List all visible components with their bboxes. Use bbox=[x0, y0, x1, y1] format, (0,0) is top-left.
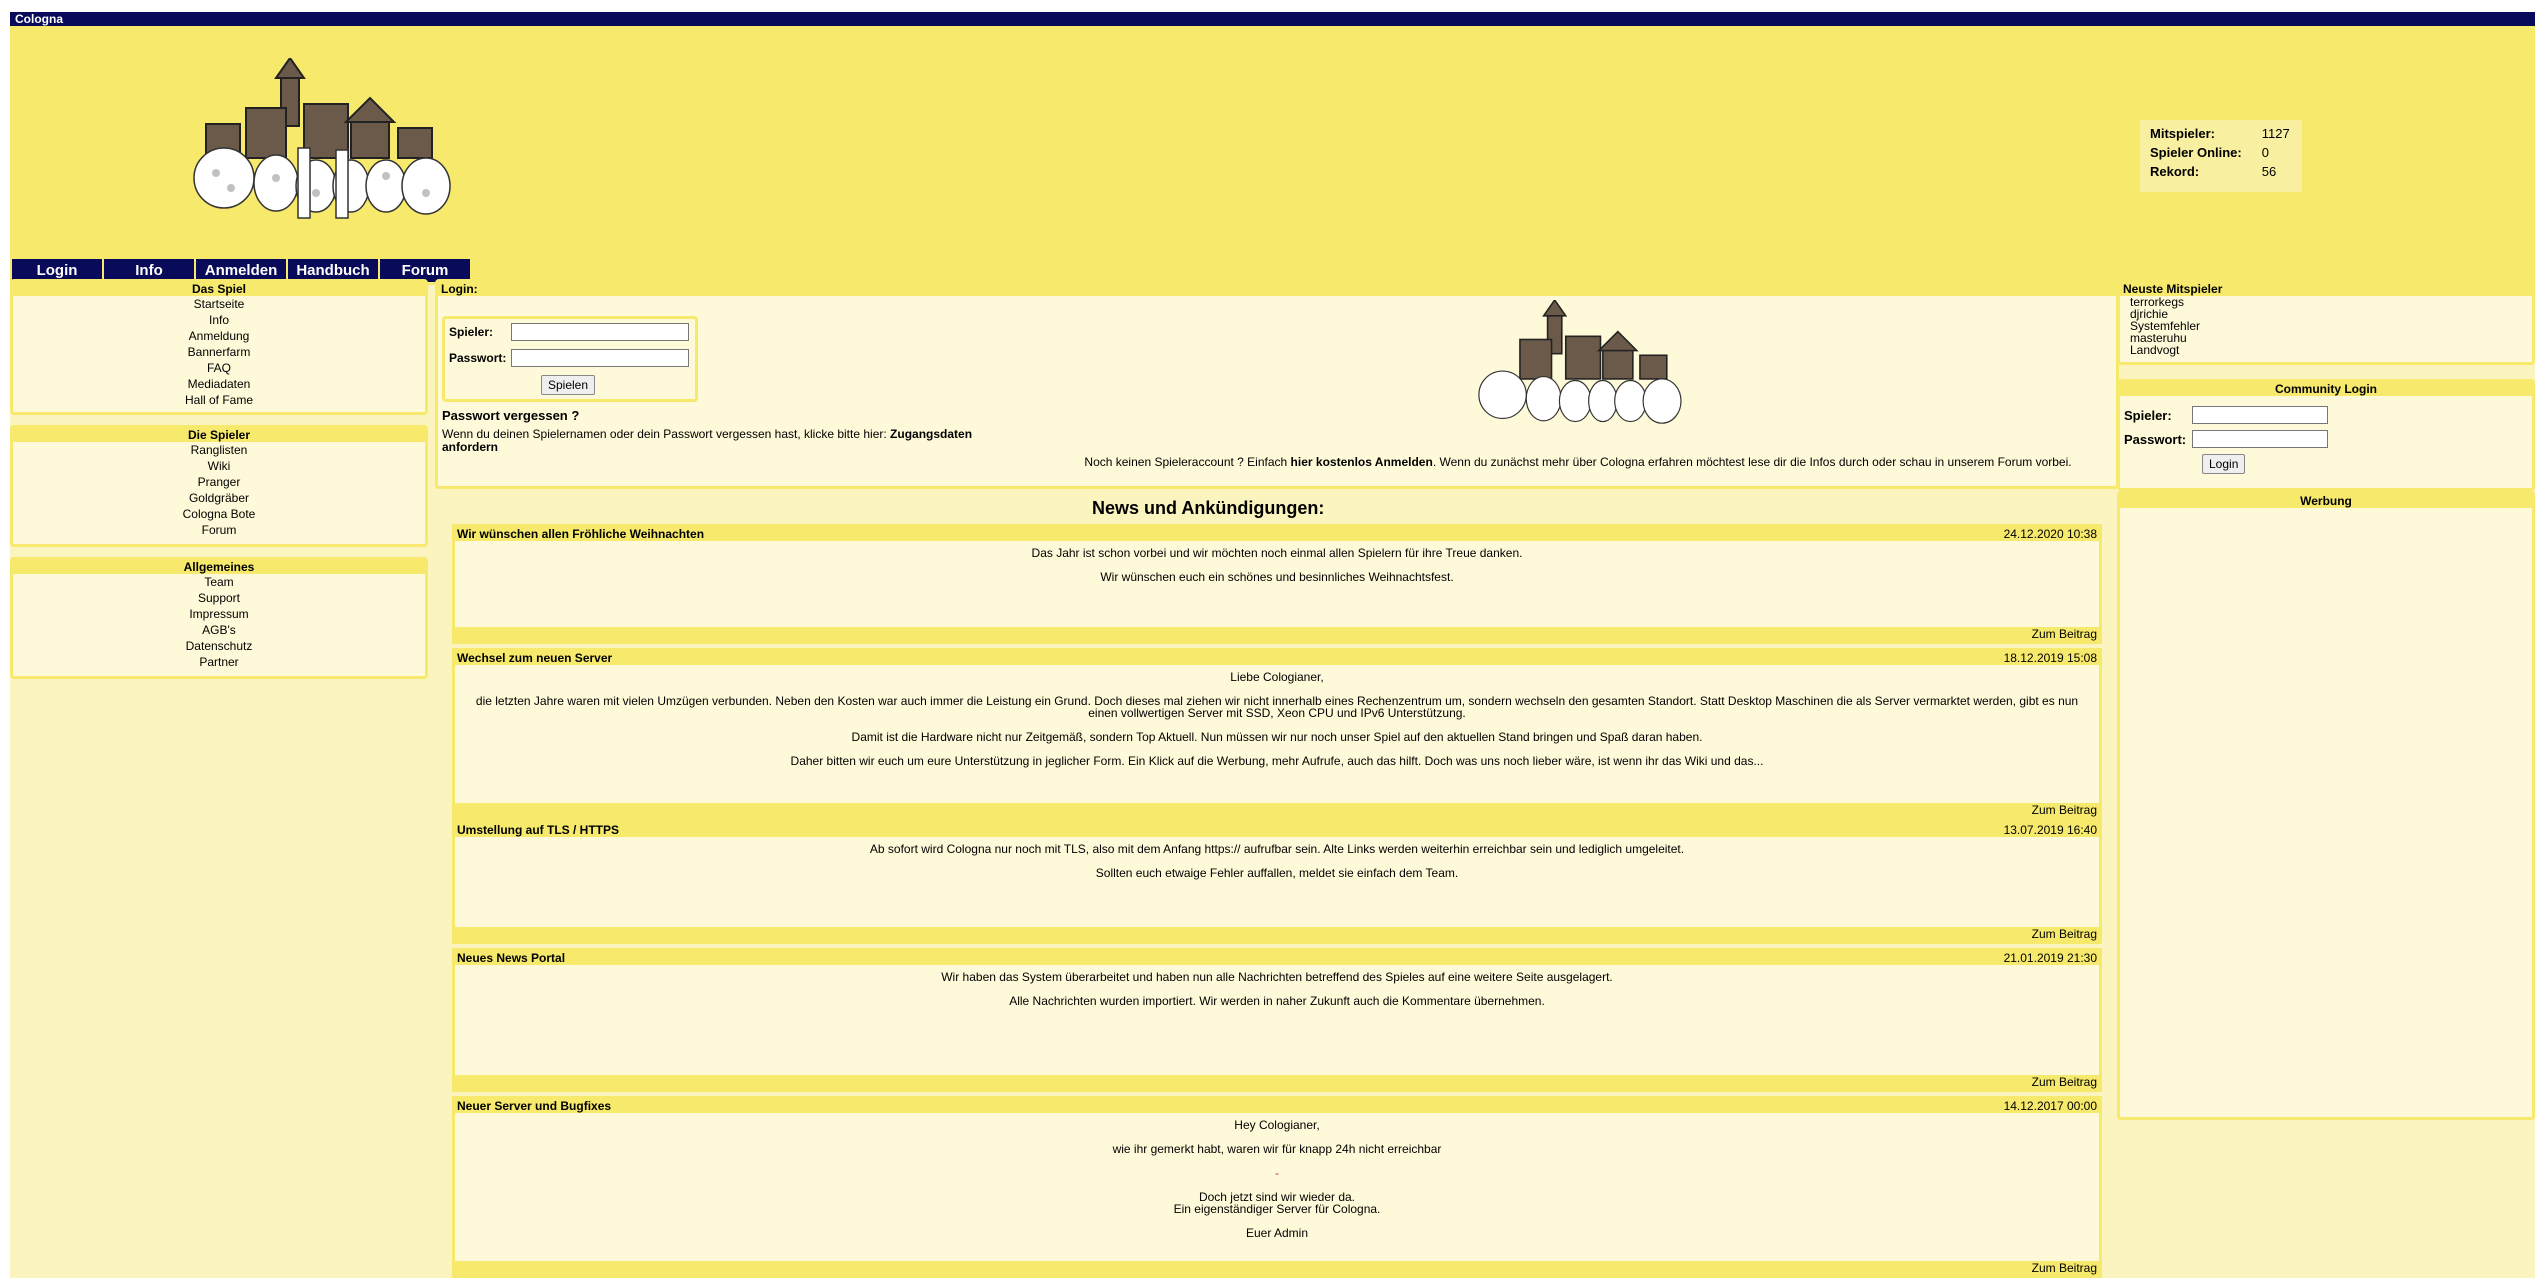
community-password-label: Passwort: bbox=[2124, 432, 2187, 447]
stat-record: Rekord: 56 bbox=[2150, 164, 2277, 179]
menu-title: Die Spieler bbox=[13, 428, 425, 442]
news-item: Wir wünschen allen Fröhliche Weihnachten… bbox=[452, 524, 2102, 644]
news-title[interactable]: Wechsel zum neuen Server bbox=[457, 651, 612, 665]
stats-box: Mitspieler: 1127 Spieler Online: 0 Rekord:… bbox=[2140, 120, 2302, 192]
news-title[interactable]: Neuer Server und Bugfixes bbox=[457, 1099, 611, 1113]
player-link[interactable]: masteruhu bbox=[2130, 332, 2532, 344]
player-link[interactable]: terrorkegs bbox=[2130, 296, 2532, 308]
news-title[interactable]: Neues News Portal bbox=[457, 951, 565, 965]
player-link[interactable]: Landvogt bbox=[2130, 344, 2532, 356]
menu-title: Das Spiel bbox=[13, 282, 425, 296]
menu-item-ranglisten[interactable]: Ranglisten bbox=[13, 442, 425, 458]
newest-players-box: Neuste Mitspieler terrorkegs djrichie Sy… bbox=[2117, 279, 2535, 365]
stat-online: Spieler Online: 0 bbox=[2150, 145, 2269, 160]
password-label: Passwort: bbox=[449, 351, 507, 365]
news-title[interactable]: Wir wünschen allen Fröhliche Weihnachten bbox=[457, 527, 704, 541]
news-paragraph: Liebe Cologianer, bbox=[1230, 670, 1324, 684]
news-date: 18.12.2019 15:08 bbox=[2003, 651, 2097, 665]
news-paragraph: - bbox=[1275, 1166, 1279, 1180]
menu-das-spiel: Das Spiel Startseite Info Anmeldung Bann… bbox=[10, 279, 428, 415]
news-paragraph: Hey Cologianer, bbox=[1234, 1118, 1320, 1132]
read-more-link[interactable]: Zum Beitrag bbox=[455, 1075, 2099, 1089]
menu-item-info[interactable]: Info bbox=[13, 312, 425, 328]
menu-item-support[interactable]: Support bbox=[13, 590, 425, 606]
read-more-link[interactable]: Zum Beitrag bbox=[455, 1261, 2099, 1275]
news-item: Neuer Server und Bugfixes 14.12.2017 00:0… bbox=[452, 1096, 2102, 1278]
ads-box: Werbung bbox=[2117, 491, 2535, 1120]
news-paragraph: Doch jetzt sind wir wieder da. Ein eigen… bbox=[1173, 1190, 1381, 1216]
menu-item-hall-of-fame[interactable]: Hall of Fame bbox=[13, 392, 425, 408]
news-date: 21.01.2019 21:30 bbox=[2003, 951, 2097, 965]
menu-item-wiki[interactable]: Wiki bbox=[13, 458, 425, 474]
forgot-text: Wenn du deinen Spielernamen oder dein Pa… bbox=[442, 427, 973, 454]
news-paragraph: die letzten Jahre waren mit vielen Umzüg… bbox=[475, 694, 2079, 720]
play-button[interactable]: Spielen bbox=[541, 375, 596, 395]
news-title[interactable]: Umstellung auf TLS / HTTPS bbox=[457, 823, 619, 837]
news-paragraph: Euer Admin bbox=[1245, 1226, 1309, 1240]
menu-item-agb[interactable]: AGB's bbox=[13, 622, 425, 638]
menu-item-mediadaten[interactable]: Mediadaten bbox=[13, 376, 425, 392]
menu-item-team[interactable]: Team bbox=[13, 574, 425, 590]
login-panel: Login: Spieler: Passwort: Spielen Passwo… bbox=[435, 279, 2119, 489]
news-heading: News und Ankündigungen: bbox=[1092, 498, 1325, 518]
news-date: 24.12.2020 10:38 bbox=[2003, 527, 2097, 541]
read-more-link[interactable]: Zum Beitrag bbox=[455, 803, 2099, 817]
player-input[interactable] bbox=[511, 323, 689, 341]
login-form: Spieler: Passwort: Spielen bbox=[442, 316, 698, 402]
menu-item-startseite[interactable]: Startseite bbox=[13, 296, 425, 312]
news-paragraph: Wir haben das System überarbeitet und ha… bbox=[941, 970, 1613, 984]
news-paragraph: Wir wünschen euch ein schönes und besinn… bbox=[1100, 570, 1454, 584]
header: Mitspieler: 1127 Spieler Online: 0 Rekord:… bbox=[10, 26, 2535, 285]
menu-item-pranger[interactable]: Pranger bbox=[13, 474, 425, 490]
read-more-link[interactable]: Zum Beitrag bbox=[455, 927, 2099, 941]
news-paragraph: Daher bitten wir euch um eure Unterstütz… bbox=[790, 754, 1764, 768]
cologna-logo-small bbox=[1478, 300, 1682, 424]
page: Cologna Mitspieler: 1127 Spieler Online:… bbox=[10, 12, 2535, 1278]
no-account-text: Noch keinen Spieleraccount ? Einfach hie… bbox=[1084, 455, 2072, 469]
news-paragraph: Ab sofort wird Cologna nur noch mit TLS,… bbox=[869, 842, 1685, 856]
window-title: Cologna bbox=[10, 12, 2535, 26]
player-label: Spieler: bbox=[449, 325, 494, 339]
menu-item-faq[interactable]: FAQ bbox=[13, 360, 425, 376]
menu-item-partner[interactable]: Partner bbox=[13, 654, 425, 670]
menu-die-spieler: Die Spieler Ranglisten Wiki Pranger Gold… bbox=[10, 425, 428, 547]
news-paragraph: Damit ist die Hardware nicht nur Zeitgem… bbox=[851, 730, 1703, 744]
news-paragraph: wie ihr gemerkt habt, waren wir für knap… bbox=[1112, 1142, 1442, 1156]
community-login-button[interactable]: Login bbox=[2202, 454, 2246, 474]
register-link[interactable]: hier kostenlos Anmelden bbox=[1291, 455, 1433, 469]
menu-allgemeines: Allgemeines Team Support Impressum AGB's… bbox=[10, 557, 428, 679]
menu-item-impressum[interactable]: Impressum bbox=[13, 606, 425, 622]
cologna-logo bbox=[193, 58, 451, 219]
read-more-link[interactable]: Zum Beitrag bbox=[455, 627, 2099, 641]
menu-title: Allgemeines bbox=[13, 560, 425, 574]
community-player-input[interactable] bbox=[2192, 406, 2328, 424]
player-link[interactable]: Systemfehler bbox=[2130, 320, 2532, 332]
news-date: 14.12.2017 00:00 bbox=[2003, 1099, 2097, 1113]
community-player-label: Spieler: bbox=[2124, 408, 2172, 423]
news-date: 13.07.2019 16:40 bbox=[2003, 823, 2097, 837]
newest-players-title: Neuste Mitspieler bbox=[2120, 282, 2532, 296]
menu-item-datenschutz[interactable]: Datenschutz bbox=[13, 638, 425, 654]
community-login-box: Community Login Spieler: Passwort: Login bbox=[2117, 379, 2535, 491]
news-item: Wechsel zum neuen Server 18.12.2019 15:08… bbox=[452, 648, 2102, 820]
menu-item-cologna-bote[interactable]: Cologna Bote bbox=[13, 506, 425, 522]
stat-players: Mitspieler: 1127 bbox=[2150, 126, 2290, 141]
community-login-title: Community Login bbox=[2120, 382, 2532, 396]
community-password-input[interactable] bbox=[2192, 430, 2328, 448]
newest-players-list: terrorkegs djrichie Systemfehler masteru… bbox=[2120, 296, 2532, 356]
news-paragraph: Sollten euch etwaige Fehler auffallen, m… bbox=[1095, 866, 1459, 880]
password-input[interactable] bbox=[511, 349, 689, 367]
news-item: Neues News Portal 21.01.2019 21:30 Wir ha… bbox=[452, 948, 2102, 1092]
news-paragraph: Das Jahr ist schon vorbei und wir möchte… bbox=[1031, 546, 1523, 560]
news-item: Umstellung auf TLS / HTTPS 13.07.2019 16:… bbox=[452, 820, 2102, 944]
login-header: Login: bbox=[438, 282, 2116, 296]
menu-item-goldgraeber[interactable]: Goldgräber bbox=[13, 490, 425, 506]
menu-item-forum[interactable]: Forum bbox=[13, 522, 425, 538]
menu-item-bannerfarm[interactable]: Bannerfarm bbox=[13, 344, 425, 360]
forgot-title: Passwort vergessen ? bbox=[442, 408, 580, 423]
ads-title: Werbung bbox=[2120, 494, 2532, 508]
menu-item-anmeldung[interactable]: Anmeldung bbox=[13, 328, 425, 344]
news-paragraph: Alle Nachrichten wurden importiert. Wir … bbox=[1009, 994, 1545, 1008]
